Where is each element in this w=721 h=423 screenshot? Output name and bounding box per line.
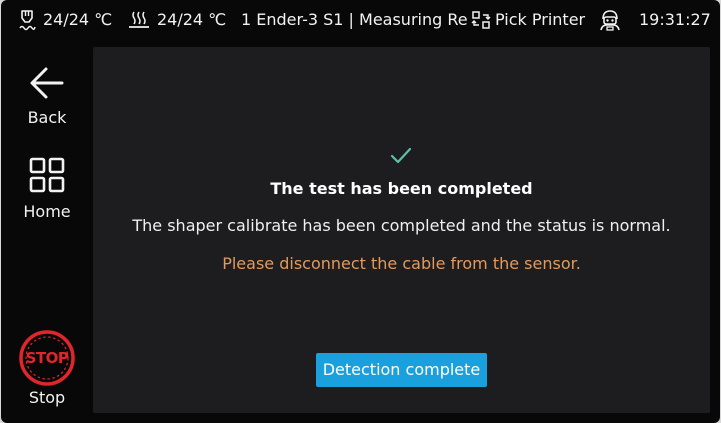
back-button[interactable]: Back <box>1 66 93 127</box>
nozzle-temperature: 24/24 ℃ <box>17 0 112 40</box>
stop-sign-icon: STOP <box>19 330 75 386</box>
status-bar: 24/24 ℃ 24/24 ℃ 1 Ender-3 S1 | Measuring… <box>1 0 720 40</box>
printer-screen: 24/24 ℃ 24/24 ℃ 1 Ender-3 S1 | Measuring… <box>1 0 720 423</box>
grid-home-icon <box>28 156 66 198</box>
arrow-left-icon <box>29 66 65 104</box>
home-button[interactable]: Home <box>1 156 93 221</box>
bed-temperature-value: 24/24 ℃ <box>157 10 227 29</box>
detection-complete-button[interactable]: Detection complete <box>316 353 487 387</box>
bed-temperature: 24/24 ℃ <box>127 0 226 40</box>
pick-printer-icon <box>471 10 491 30</box>
pick-printer-button[interactable]: Pick Printer <box>471 0 585 40</box>
clock: 19:31:27 <box>639 10 711 29</box>
stop-sign-text: STOP <box>25 349 69 367</box>
printer-status-text: 1 Ender-3 S1 | Measuring Re <box>241 10 468 29</box>
nozzle-temperature-value: 24/24 ℃ <box>43 10 113 29</box>
result-panel: The test has been completed The shaper c… <box>93 47 710 413</box>
heated-bed-icon <box>127 9 151 31</box>
result-message: The shaper calibrate has been completed … <box>132 216 671 235</box>
result-title: The test has been completed <box>270 179 533 198</box>
pick-printer-label: Pick Printer <box>495 10 586 29</box>
stop-label: Stop <box>28 388 66 407</box>
check-icon <box>390 147 412 169</box>
disconnect-warning: Please disconnect the cable from the sen… <box>222 254 581 273</box>
nozzle-temperature-icon <box>17 9 37 31</box>
back-label: Back <box>27 108 67 127</box>
home-label: Home <box>23 202 71 221</box>
robot-user-icon[interactable] <box>598 0 622 40</box>
stop-button[interactable]: STOP Stop <box>1 330 93 407</box>
